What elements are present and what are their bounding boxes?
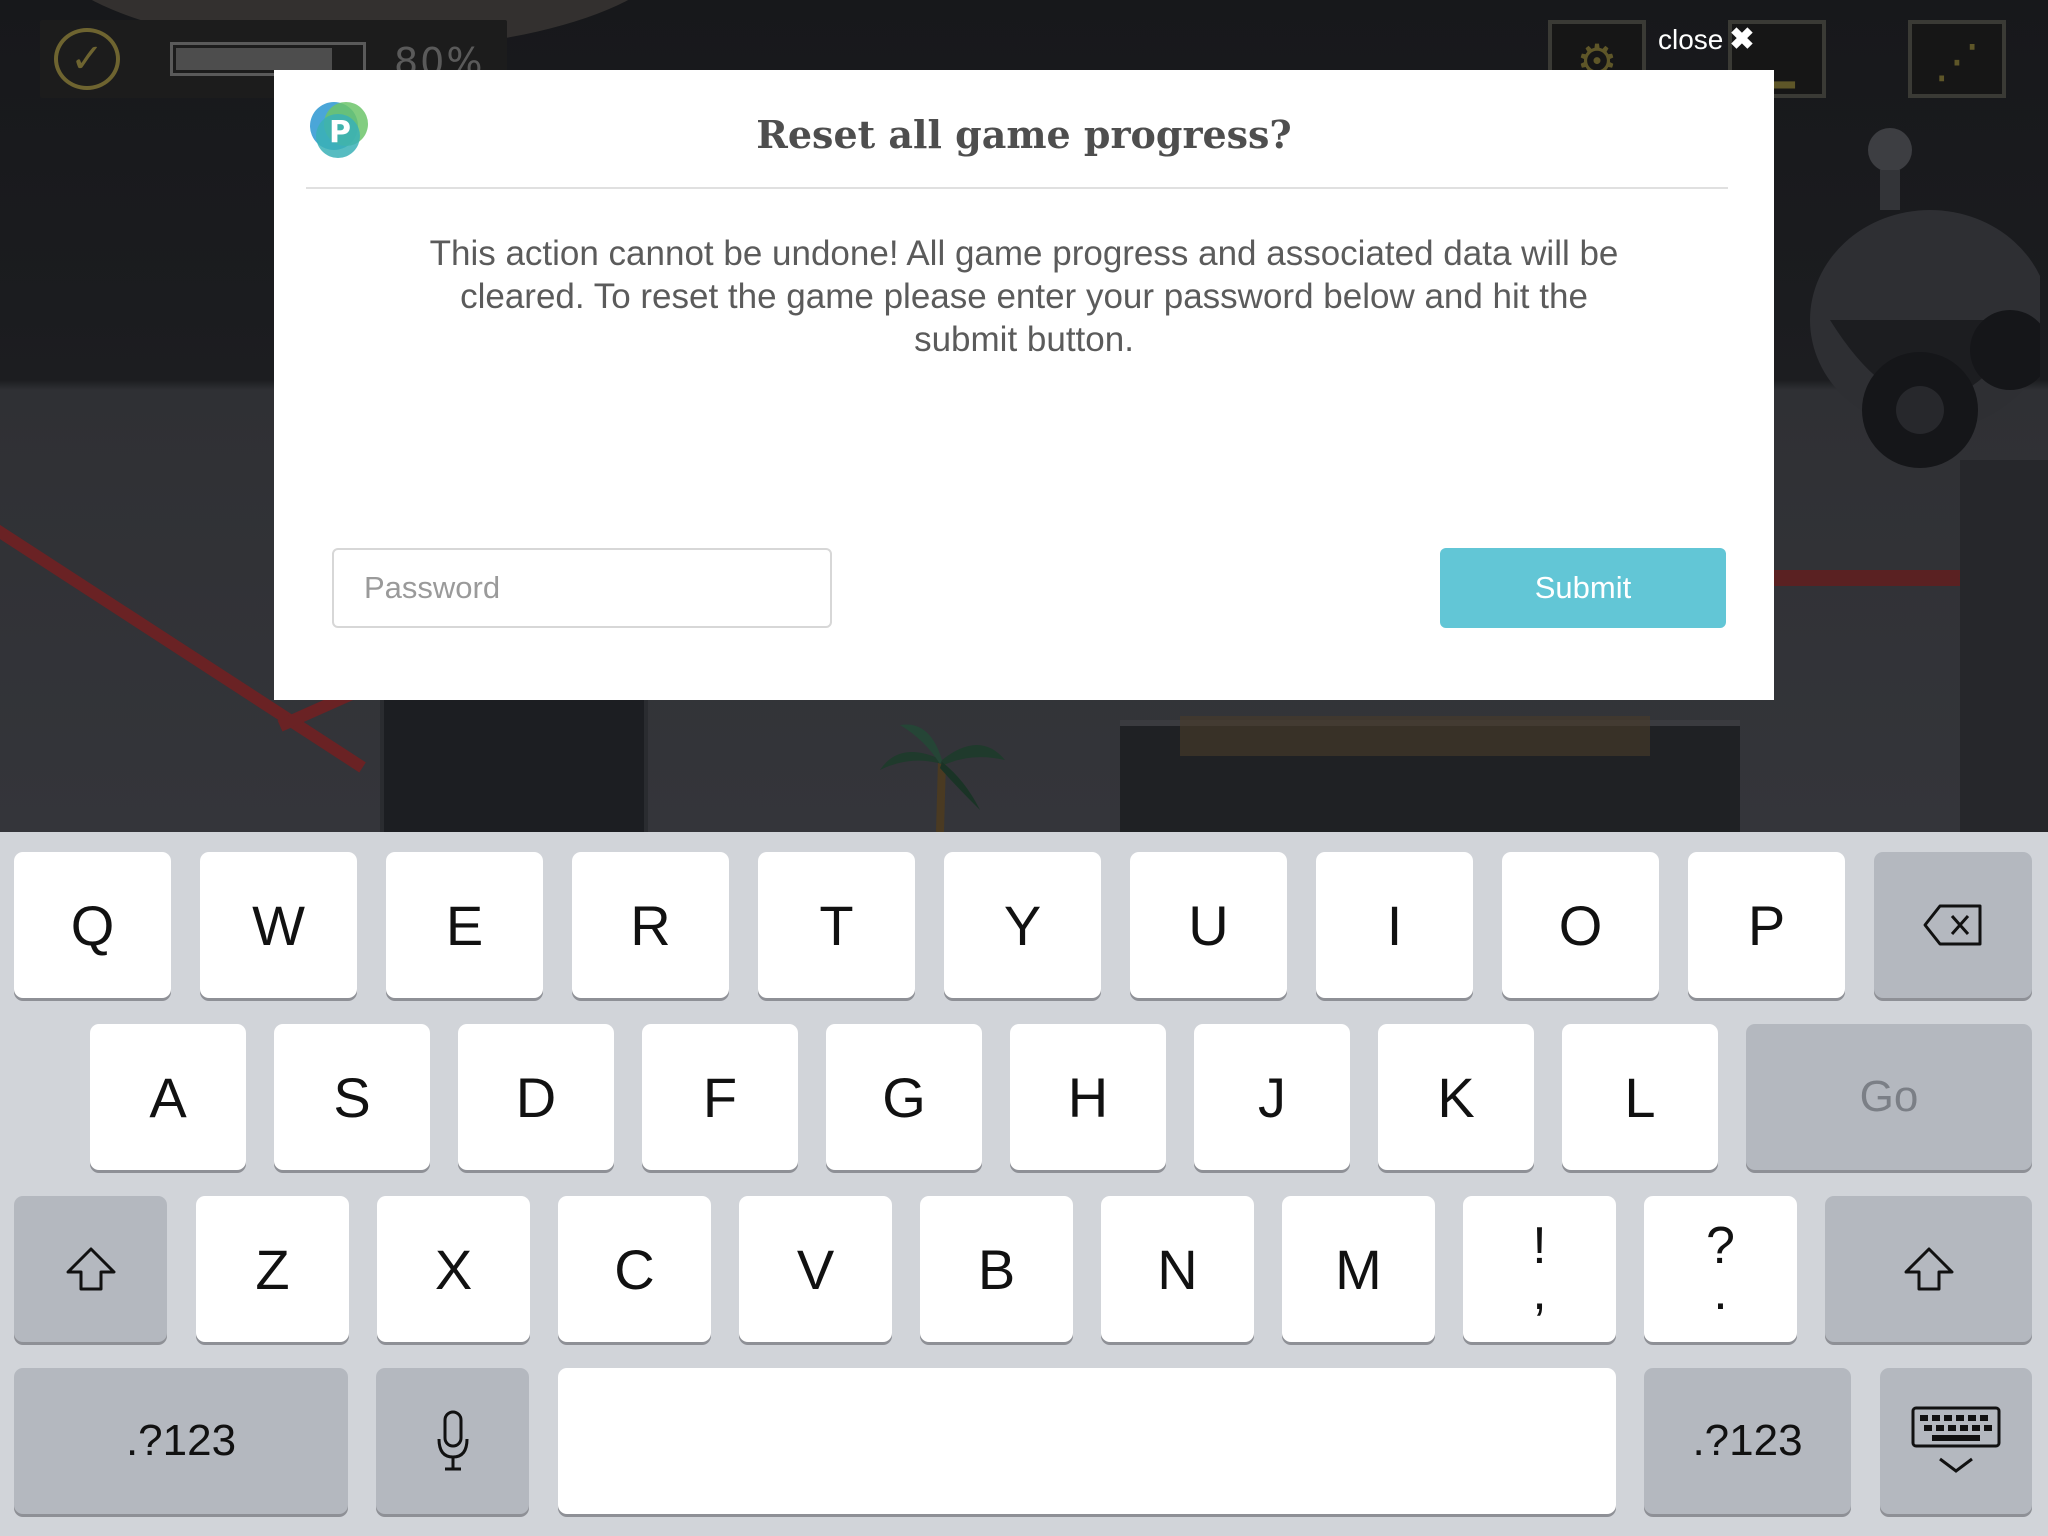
key-k[interactable]: K bbox=[1378, 1024, 1534, 1170]
punct-bottom: , bbox=[1532, 1263, 1547, 1321]
delete-key[interactable] bbox=[1874, 852, 2032, 998]
dialog-title: Reset all game progress? bbox=[756, 112, 1292, 157]
key-t[interactable]: T bbox=[758, 852, 915, 998]
key-g[interactable]: G bbox=[826, 1024, 982, 1170]
key-exclaim-comma[interactable]: ! , bbox=[1463, 1196, 1616, 1342]
key-u[interactable]: U bbox=[1130, 852, 1287, 998]
key-y[interactable]: Y bbox=[944, 852, 1101, 998]
key-l[interactable]: L bbox=[1562, 1024, 1718, 1170]
key-h[interactable]: H bbox=[1010, 1024, 1166, 1170]
map-button[interactable]: ⋰ bbox=[1908, 20, 2006, 98]
password-input[interactable] bbox=[332, 548, 832, 628]
close-label: close bbox=[1658, 23, 1724, 55]
key-q[interactable]: Q bbox=[14, 852, 171, 998]
key-question-period[interactable]: ? . bbox=[1644, 1196, 1797, 1342]
numbers-key-label: .?123 bbox=[125, 1416, 237, 1465]
key-c[interactable]: C bbox=[558, 1196, 711, 1342]
key-s[interactable]: S bbox=[274, 1024, 430, 1170]
key-x[interactable]: X bbox=[377, 1196, 530, 1342]
close-x-icon: ✖ bbox=[1729, 23, 1755, 56]
reset-progress-dialog: P Reset all game progress? This action c… bbox=[274, 70, 1774, 700]
key-z[interactable]: Z bbox=[196, 1196, 349, 1342]
key-j[interactable]: J bbox=[1194, 1024, 1350, 1170]
numbers-key-left[interactable]: .?123 bbox=[14, 1368, 348, 1514]
progress-bar-fill bbox=[176, 48, 333, 70]
shift-key-left[interactable] bbox=[14, 1196, 167, 1342]
robot-illustration bbox=[1810, 128, 2040, 468]
key-a[interactable]: A bbox=[90, 1024, 246, 1170]
go-key-label: Go bbox=[1859, 1072, 1919, 1121]
submit-button[interactable]: Submit bbox=[1440, 548, 1726, 628]
divider bbox=[306, 187, 1728, 189]
onscreen-keyboard: Q W E R T Y U I O P A S D F G H J K L Go… bbox=[0, 832, 2048, 1536]
numbers-key-label: .?123 bbox=[1692, 1416, 1803, 1465]
go-key[interactable]: Go bbox=[1746, 1024, 2032, 1170]
checkmark-badge-icon[interactable]: ✓ bbox=[54, 28, 120, 90]
punct-bottom: . bbox=[1713, 1263, 1728, 1321]
key-i[interactable]: I bbox=[1316, 852, 1473, 998]
desk-top bbox=[1180, 716, 1650, 756]
microphone-icon bbox=[437, 1410, 468, 1471]
space-key[interactable] bbox=[558, 1368, 1616, 1514]
shift-icon bbox=[1904, 1247, 1953, 1291]
key-b[interactable]: B bbox=[920, 1196, 1073, 1342]
punct-label: ! , bbox=[1532, 1220, 1547, 1321]
keyboard-dismiss-icon bbox=[1911, 1406, 2001, 1473]
map-path-icon: ⋰ bbox=[1934, 34, 1980, 88]
shift-key-right[interactable] bbox=[1825, 1196, 2032, 1342]
plant-illustration bbox=[880, 724, 1005, 832]
key-w[interactable]: W bbox=[200, 852, 357, 998]
backspace-icon bbox=[1923, 904, 1982, 946]
numbers-key-right[interactable]: .?123 bbox=[1644, 1368, 1851, 1514]
key-o[interactable]: O bbox=[1502, 852, 1659, 998]
key-m[interactable]: M bbox=[1282, 1196, 1435, 1342]
close-button[interactable]: close ✖ bbox=[1658, 22, 1755, 57]
key-v[interactable]: V bbox=[739, 1196, 892, 1342]
dialog-message: This action cannot be undone! All game p… bbox=[429, 234, 1619, 359]
key-n[interactable]: N bbox=[1101, 1196, 1254, 1342]
punct-label: ? . bbox=[1706, 1220, 1735, 1321]
key-f[interactable]: F bbox=[642, 1024, 798, 1170]
shift-icon bbox=[66, 1247, 115, 1291]
dismiss-keyboard-key[interactable] bbox=[1880, 1368, 2032, 1514]
wall-panel bbox=[1960, 460, 2048, 832]
key-e[interactable]: E bbox=[386, 852, 543, 998]
key-p[interactable]: P bbox=[1688, 852, 1845, 998]
key-d[interactable]: D bbox=[458, 1024, 614, 1170]
dictation-key[interactable] bbox=[376, 1368, 529, 1514]
locker bbox=[380, 680, 648, 832]
key-r[interactable]: R bbox=[572, 852, 729, 998]
